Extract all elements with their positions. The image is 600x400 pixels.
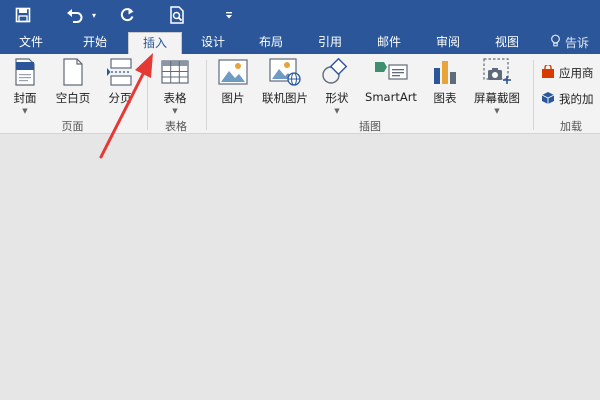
tab-layout[interactable]: 布局 bbox=[248, 30, 294, 54]
page-break-label: 分页 bbox=[108, 91, 132, 105]
tab-home[interactable]: 开始 bbox=[72, 30, 118, 54]
print-preview-icon[interactable] bbox=[166, 0, 188, 30]
customize-quick-access-icon[interactable] bbox=[222, 0, 236, 30]
smartart-icon bbox=[374, 57, 408, 87]
tell-me-label: 告诉 bbox=[565, 35, 590, 50]
chevron-down-icon: ▼ bbox=[172, 107, 178, 115]
online-pictures-label: 联机图片 bbox=[262, 91, 308, 105]
blank-page-icon bbox=[56, 57, 90, 87]
page-break-icon bbox=[103, 57, 137, 87]
pages-group-label: 页面 bbox=[61, 120, 84, 133]
chevron-down-icon: ▼ bbox=[334, 107, 340, 115]
table-label: 表格 bbox=[163, 91, 187, 105]
online-pictures-button[interactable]: 联机图片 bbox=[256, 57, 314, 117]
tables-group-label: 表格 bbox=[165, 120, 187, 133]
pictures-label: 图片 bbox=[221, 91, 245, 105]
cover-page-button[interactable]: 封面 ▼ bbox=[2, 57, 48, 117]
tab-mailings[interactable]: 邮件 bbox=[366, 30, 412, 54]
tell-me-box[interactable]: 告诉 bbox=[550, 30, 589, 54]
group-separator bbox=[206, 60, 207, 130]
undo-dropdown-icon[interactable]: ▾ bbox=[88, 0, 100, 30]
store-label: 应用商 bbox=[559, 66, 594, 80]
online-picture-icon bbox=[268, 57, 302, 87]
picture-icon bbox=[216, 57, 250, 87]
page-break-button[interactable]: 分页 bbox=[100, 57, 140, 117]
tab-file[interactable]: 文件 bbox=[8, 30, 54, 54]
save-icon[interactable] bbox=[12, 0, 34, 30]
lightbulb-icon bbox=[550, 34, 561, 50]
smartart-button[interactable]: SmartArt bbox=[360, 57, 422, 117]
my-addins-label: 我的加 bbox=[559, 92, 594, 106]
shapes-label: 形状 bbox=[325, 91, 349, 105]
screenshot-button[interactable]: 屏幕截图 ▼ bbox=[468, 57, 526, 117]
screenshot-icon bbox=[480, 57, 514, 87]
blank-page-button[interactable]: 空白页 bbox=[50, 57, 96, 117]
store-button[interactable]: 应用商 bbox=[541, 63, 594, 82]
my-addins-button[interactable]: 我的加 bbox=[541, 90, 594, 108]
tab-insert[interactable]: 插入 bbox=[128, 32, 182, 54]
screenshot-label: 屏幕截图 bbox=[474, 91, 520, 105]
addins-group-label: 加载 bbox=[560, 120, 582, 133]
table-button[interactable]: 表格 ▼ bbox=[152, 57, 198, 117]
ribbon-insert: 封面 ▼ 空白页 分页 页面 表格 ▼ 表格 图片 联机图片 形状 ▼ Smar… bbox=[0, 54, 600, 134]
table-icon bbox=[158, 57, 192, 87]
redo-icon[interactable] bbox=[116, 0, 138, 30]
title-bar: ▾ bbox=[0, 0, 600, 30]
bar-chart-icon bbox=[428, 57, 462, 87]
illustrations-group-label: 插图 bbox=[359, 120, 381, 133]
tab-view[interactable]: 视图 bbox=[484, 30, 530, 54]
chart-button[interactable]: 图表 bbox=[424, 57, 466, 117]
chevron-down-icon: ▼ bbox=[22, 107, 28, 115]
pictures-button[interactable]: 图片 bbox=[212, 57, 254, 117]
group-separator bbox=[533, 60, 534, 130]
undo-icon[interactable] bbox=[64, 0, 86, 30]
shapes-button[interactable]: 形状 ▼ bbox=[316, 57, 358, 117]
ribbon-tab-bar: 文件 开始 插入 设计 布局 引用 邮件 审阅 视图 告诉 bbox=[0, 30, 600, 54]
tab-review[interactable]: 审阅 bbox=[425, 30, 471, 54]
tab-references[interactable]: 引用 bbox=[307, 30, 353, 54]
store-bag-icon bbox=[541, 63, 555, 82]
chevron-down-icon: ▼ bbox=[494, 107, 500, 115]
cover-page-icon bbox=[8, 57, 42, 87]
document-workspace[interactable] bbox=[0, 134, 600, 400]
cover-page-label: 封面 bbox=[13, 91, 37, 105]
smartart-label: SmartArt bbox=[365, 90, 417, 104]
tab-design[interactable]: 设计 bbox=[190, 30, 236, 54]
chart-label: 图表 bbox=[433, 91, 457, 105]
blank-page-label: 空白页 bbox=[55, 91, 91, 105]
shapes-icon bbox=[320, 57, 354, 87]
addins-cube-icon bbox=[541, 91, 555, 108]
